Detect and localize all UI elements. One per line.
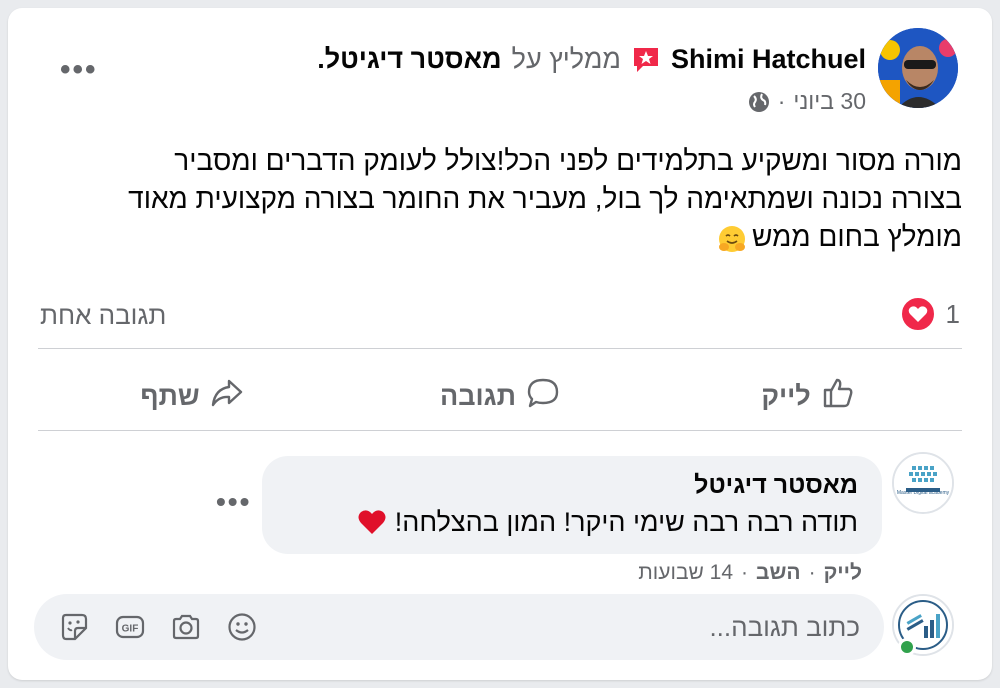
reply-tools: GIF: [58, 611, 258, 643]
divider: [38, 430, 962, 431]
divider: [38, 348, 962, 349]
author-avatar[interactable]: [878, 28, 958, 108]
comment-like-link[interactable]: לייק: [824, 561, 862, 585]
action-bar: לייק תגובה שתף: [38, 364, 962, 428]
commenter-avatar-caption: Master Digital academy: [896, 490, 950, 496]
recommended-page-name[interactable]: מאסטר דיגיטל.: [317, 44, 501, 75]
emoji-icon[interactable]: [226, 611, 258, 643]
comment-reply-link[interactable]: השב: [756, 561, 801, 585]
meta-separator: ·: [741, 561, 749, 584]
post-line-2: בצורה נכונה ושמתאימה לך בול, מעביר את הח…: [128, 183, 962, 214]
online-status-dot: [898, 638, 916, 656]
more-options-icon[interactable]: •••: [60, 55, 98, 85]
comment-label: תגובה: [440, 380, 516, 411]
post-date[interactable]: 30 ביוני: [793, 88, 866, 115]
recommend-text: ממליץ על: [511, 44, 621, 74]
recommend-icon: [631, 45, 661, 75]
post-header: Shimi Hatchuel ממליץ על מאסטר דיגיטל.: [317, 44, 866, 75]
share-label: שתף: [140, 380, 200, 411]
share-icon: [210, 376, 244, 417]
post-line-1: מורה מסור ומשקיע בתלמידים לפני הכל!צולל …: [174, 145, 962, 176]
post-card: Shimi Hatchuel ממליץ על מאסטר דיגיטל. 30…: [8, 8, 992, 680]
red-heart-emoji-icon: [357, 507, 387, 537]
post-line-3: מומלץ בחום ממש: [32, 218, 962, 256]
author-name[interactable]: Shimi Hatchuel: [671, 44, 866, 75]
post-line-3-text: מומלץ בחום ממש: [751, 221, 962, 252]
gif-icon[interactable]: GIF: [114, 611, 146, 643]
comment-button[interactable]: תגובה: [346, 376, 654, 417]
reply-placeholder: כתוב תגובה...: [709, 611, 860, 642]
comments-count[interactable]: תגובה אחת: [40, 300, 166, 331]
comment-time[interactable]: 14 שבועות: [638, 561, 733, 585]
globe-icon: [748, 91, 770, 113]
post-text: מורה מסור ומשקיע בתלמידים לפני הכל!צולל …: [32, 142, 962, 256]
meta-separator: ·: [808, 561, 816, 584]
heart-reaction-icon: [899, 296, 936, 332]
camera-icon[interactable]: [170, 611, 202, 643]
post-meta: 30 ביוני ·: [748, 88, 866, 115]
svg-text:GIF: GIF: [122, 624, 139, 635]
sticker-icon[interactable]: [58, 611, 90, 643]
reply-input[interactable]: כתוב תגובה... GIF: [34, 594, 884, 660]
reactions-summary[interactable]: 1: [899, 296, 960, 332]
comment-text: תודה רבה רבה שימי היקר! המון בהצלחה!: [394, 507, 858, 537]
hugging-emoji-icon: [718, 225, 746, 253]
like-icon: [821, 376, 855, 417]
comment-author[interactable]: מאסטר דיגיטל: [286, 468, 858, 502]
comment-icon: [526, 376, 560, 417]
share-button[interactable]: שתף: [38, 376, 346, 417]
like-button[interactable]: לייק: [654, 376, 962, 417]
reaction-count: 1: [945, 298, 960, 329]
comment-options-icon[interactable]: •••: [216, 488, 251, 516]
meta-separator: ·: [777, 88, 786, 114]
like-label: לייק: [761, 380, 811, 411]
comment-text-row: תודה רבה רבה שימי היקר! המון בהצלחה!: [286, 502, 858, 542]
commenter-avatar[interactable]: [892, 452, 954, 514]
comment-bubble: מאסטר דיגיטל תודה רבה רבה שימי היקר! המו…: [262, 456, 882, 554]
comment-meta: לייק · השב · 14 שבועות: [638, 561, 862, 585]
